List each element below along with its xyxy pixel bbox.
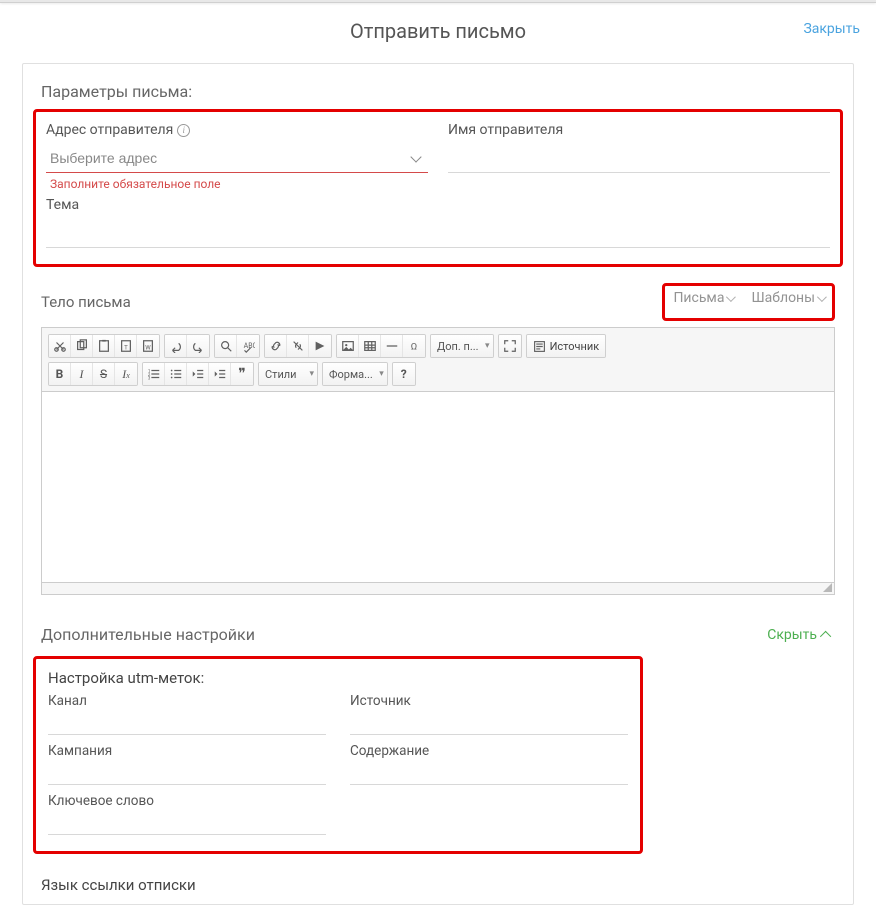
- svg-text:Ω: Ω: [411, 342, 417, 353]
- table-button[interactable]: [359, 335, 381, 357]
- undo-button[interactable]: [165, 335, 187, 357]
- bullet-list-button[interactable]: [165, 363, 187, 385]
- utm-highlight-box: Настройка utm-меток: Канал Источник Камп…: [33, 656, 643, 854]
- source-label: Источник: [550, 340, 600, 353]
- image-button[interactable]: [337, 335, 359, 357]
- hr-button[interactable]: [381, 335, 403, 357]
- source-button[interactable]: Источник: [527, 335, 606, 357]
- utm-content-input[interactable]: [350, 761, 628, 785]
- sender-name-field: Имя отправителя: [448, 122, 830, 191]
- sender-address-label: Адрес отправителя: [46, 122, 173, 138]
- help-button[interactable]: ?: [393, 363, 415, 385]
- cut-button[interactable]: [49, 335, 71, 357]
- utm-source-input[interactable]: [350, 711, 628, 735]
- chevron-down-icon: [726, 292, 736, 302]
- editor-resize-strip[interactable]: [42, 582, 834, 594]
- special-char-button[interactable]: Ω: [403, 335, 425, 357]
- unsubscribe-lang-heading: Язык ссылки отписки: [41, 876, 843, 894]
- svg-text:3: 3: [147, 376, 150, 381]
- bold-button[interactable]: B: [49, 363, 71, 385]
- editor-content-area[interactable]: [42, 392, 834, 582]
- subject-input[interactable]: [46, 219, 830, 248]
- utm-heading: Настройка utm-меток:: [48, 669, 628, 687]
- resize-handle-icon: [823, 583, 832, 592]
- rich-text-editor: T W ABC: [41, 327, 835, 595]
- blockquote-button[interactable]: ❞: [231, 363, 253, 385]
- utm-campaign-input[interactable]: [48, 761, 326, 785]
- anchor-button[interactable]: [309, 335, 331, 357]
- copy-button[interactable]: [71, 335, 93, 357]
- modal-header: Отправить письмо Закрыть: [0, 3, 876, 53]
- utm-keyword-label: Ключевое слово: [48, 793, 326, 809]
- tabs-highlight-box: Письма Шаблоны: [662, 283, 835, 321]
- svg-text:W: W: [145, 345, 151, 352]
- params-heading: Параметры письма:: [41, 82, 843, 101]
- paste-text-button[interactable]: T: [115, 335, 137, 357]
- outdent-button[interactable]: [187, 363, 209, 385]
- extra-dropdown[interactable]: Доп. п...: [431, 335, 493, 357]
- sender-address-field: Адрес отправителя i Заполните обязательн…: [46, 122, 428, 191]
- redo-button[interactable]: [187, 335, 209, 357]
- sender-address-select[interactable]: [46, 144, 428, 173]
- utm-keyword-input[interactable]: [48, 811, 326, 835]
- hide-label: Скрыть: [767, 627, 817, 643]
- numbered-list-button[interactable]: 123: [143, 363, 165, 385]
- form-container: Параметры письма: Адрес отправителя i За…: [22, 63, 854, 905]
- chevron-up-icon: [820, 630, 831, 641]
- utm-campaign-label: Кампания: [48, 743, 326, 759]
- params-highlight-box: Адрес отправителя i Заполните обязательн…: [33, 109, 843, 267]
- utm-source-label: Источник: [350, 693, 628, 709]
- spellcheck-button[interactable]: ABC: [237, 335, 259, 357]
- indent-button[interactable]: [209, 363, 231, 385]
- utm-channel-label: Канал: [48, 693, 326, 709]
- maximize-button[interactable]: [499, 335, 521, 357]
- paste-word-button[interactable]: W: [137, 335, 159, 357]
- sender-name-label: Имя отправителя: [448, 122, 563, 138]
- utm-content-label: Содержание: [350, 743, 628, 759]
- unlink-button[interactable]: [287, 335, 309, 357]
- advanced-heading: Дополнительные настройки: [41, 625, 255, 644]
- svg-text:T: T: [124, 345, 128, 352]
- chevron-down-icon: [817, 292, 827, 302]
- tab-templates[interactable]: Шаблоны: [751, 290, 824, 306]
- italic-button[interactable]: I: [71, 363, 93, 385]
- hide-advanced-button[interactable]: Скрыть: [767, 627, 831, 643]
- subject-label: Тема: [46, 197, 79, 213]
- remove-format-button[interactable]: Ix: [115, 363, 137, 385]
- sender-address-error: Заполните обязательное поле: [50, 177, 428, 191]
- tab-templates-label: Шаблоны: [751, 290, 815, 306]
- close-button[interactable]: Закрыть: [803, 21, 860, 37]
- tab-letters-label: Письма: [673, 290, 724, 306]
- find-button[interactable]: [215, 335, 237, 357]
- strike-button[interactable]: S: [93, 363, 115, 385]
- tab-letters[interactable]: Письма: [673, 290, 733, 306]
- format-dropdown[interactable]: Форма...: [323, 363, 387, 385]
- link-button[interactable]: [265, 335, 287, 357]
- chevron-down-icon: [412, 153, 422, 163]
- styles-dropdown[interactable]: Стили: [259, 363, 317, 385]
- modal-title: Отправить письмо: [350, 19, 526, 43]
- info-icon[interactable]: i: [177, 124, 190, 137]
- sender-name-input[interactable]: [448, 144, 830, 173]
- body-heading: Тело письма: [41, 293, 131, 311]
- editor-toolbar: T W ABC: [42, 328, 834, 392]
- utm-channel-input[interactable]: [48, 711, 326, 735]
- paste-button[interactable]: [93, 335, 115, 357]
